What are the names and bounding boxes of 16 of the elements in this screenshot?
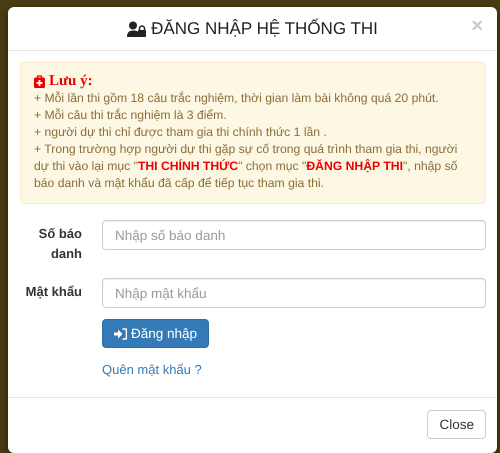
modal-title: ĐĂNG NHẬP HỆ THỐNG THI xyxy=(127,18,378,38)
notice-heading: Lưu ý: xyxy=(49,72,93,90)
notice-text: + Mỗi câu thi trắc nghiệm là 3 điểm. xyxy=(34,107,228,124)
input-field[interactable]: Nhập số báo danh xyxy=(102,220,486,250)
password-field[interactable]: Nhập mật khẩu xyxy=(102,278,486,308)
sign-in-icon xyxy=(114,328,127,340)
user-lock-icon xyxy=(127,20,146,36)
login-button[interactable]: Đăng nhập xyxy=(102,319,210,348)
notice-text: + Trong trường hợp người dự thi gặp sự cố trong quá trình tham gia thi, người dự thi vào lại mục "THI CHÍNH THỨC" chọn mục "ĐĂNG NHẬP THI", nhập số báo danh và mật khẩu đã cấp để tiếp tục tham gia thi. xyxy=(34,141,458,192)
forgot-password-link[interactable]: Quên mật khẩu ? xyxy=(102,362,202,377)
medkit-icon xyxy=(34,74,45,88)
notice-text: + Mỗi lần thi gồm 18 câu trắc nghiệm, thời gian làm bài không quá 20 phút. xyxy=(34,90,440,107)
field-label: Số báo danh xyxy=(38,225,82,263)
field-label: Mật khẩu xyxy=(24,283,82,301)
notice-text: + người dự thi chỉ được tham gia thi chính thức 1 lần . xyxy=(34,124,328,141)
close-button[interactable]: Close xyxy=(427,410,486,439)
